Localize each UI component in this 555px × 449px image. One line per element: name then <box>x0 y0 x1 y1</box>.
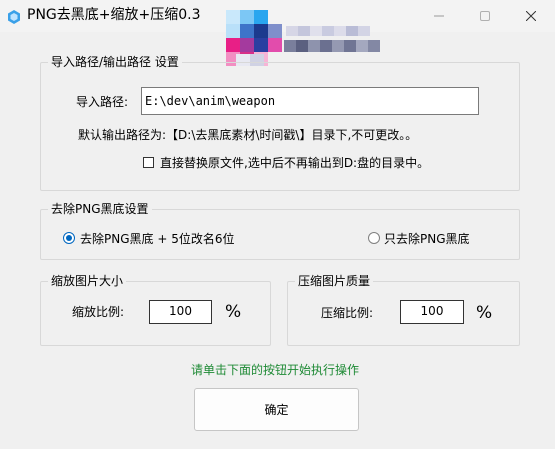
app-icon <box>8 10 20 24</box>
title-bar: PNG去黑底+缩放+压缩0.3 <box>0 0 555 66</box>
remove-and-rename-label[interactable]: 去除PNG黑底 + 5位改名6位 <box>80 231 234 247</box>
import-path-label: 导入路径: <box>76 95 129 109</box>
scale-legend: 缩放图片大小 <box>48 273 127 289</box>
start-hint: 请单击下面的按钮开始执行操作 <box>191 363 360 377</box>
remove-only-radio[interactable] <box>368 232 380 244</box>
close-button[interactable] <box>508 0 554 32</box>
remove-only-label[interactable]: 只去除PNG黑底 <box>384 231 470 247</box>
compress-ratio-label: 压缩比例: <box>321 306 374 320</box>
window-title: PNG去黑底+缩放+压缩0.3 <box>27 7 201 23</box>
scale-ratio-input[interactable]: 100 <box>149 300 212 324</box>
path-settings-legend: 导入路径/输出路径 设置 <box>48 54 182 70</box>
compress-legend: 压缩图片质量 <box>295 273 374 289</box>
compress-ratio-input[interactable]: 100 <box>400 300 464 324</box>
minimize-icon <box>434 15 444 17</box>
close-icon <box>526 11 536 21</box>
confirm-button[interactable]: 确定 <box>194 388 359 431</box>
import-path-input[interactable]: E:\dev\anim\weapon <box>141 87 479 115</box>
compress-percent-unit: % <box>476 303 493 323</box>
replace-original-checkbox[interactable] <box>143 157 154 168</box>
scale-ratio-label: 缩放比例: <box>72 305 125 319</box>
remove-and-rename-radio[interactable] <box>63 232 75 244</box>
remove-black-legend: 去除PNG黑底设置 <box>48 201 152 217</box>
replace-original-label[interactable]: 直接替换原文件,选中后不再输出到D:盘的目录中。 <box>160 155 429 171</box>
maximize-icon <box>480 11 490 21</box>
minimize-button[interactable] <box>416 0 462 32</box>
scale-percent-unit: % <box>225 302 242 322</box>
maximize-button[interactable] <box>462 0 508 32</box>
default-output-note: 默认输出路径为:【D:\去黑底素材\时间戳\】目录下,不可更改。。 <box>78 128 418 142</box>
